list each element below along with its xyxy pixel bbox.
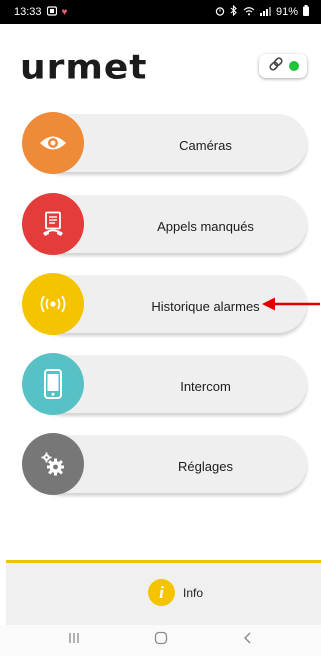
online-status-dot (288, 61, 299, 71)
missed-call-icon[interactable] (22, 193, 84, 255)
info-icon[interactable]: i (148, 579, 175, 606)
status-bar: 13:33 ♥ 91% (0, 0, 321, 24)
home-icon[interactable] (154, 631, 168, 650)
menu-item-intercom[interactable]: Intercom (20, 353, 307, 417)
notification-icon (46, 5, 57, 19)
info-button[interactable]: i Info (148, 579, 203, 606)
menu-label: Appels manqués (157, 218, 254, 234)
alarm-signal-icon[interactable] (22, 273, 84, 335)
alarm-clock-icon (215, 6, 225, 19)
connection-status-badge[interactable] (259, 54, 307, 78)
info-label: Info (183, 585, 204, 600)
battery-icon (303, 5, 309, 19)
android-nav-bar (0, 625, 321, 656)
eye-icon[interactable] (22, 112, 84, 174)
annotation-arrow-icon (262, 297, 320, 311)
signal-icon (259, 6, 271, 19)
wifi-icon (243, 6, 255, 19)
menu-item-settings[interactable]: Réglages (20, 433, 307, 497)
menu-label: Réglages (178, 458, 233, 474)
gears-icon[interactable] (22, 433, 84, 495)
menu-label: Intercom (180, 378, 231, 394)
menu-label: Caméras (179, 137, 232, 153)
battery-percent: 91% (275, 6, 298, 18)
link-icon (268, 56, 284, 77)
smartphone-icon[interactable] (22, 353, 84, 415)
bluetooth-icon (230, 4, 238, 19)
back-icon[interactable] (241, 631, 255, 650)
status-time: 13:33 (14, 6, 42, 18)
menu-item-cameras[interactable]: Caméras (20, 112, 307, 176)
heart-icon: ♥ (61, 6, 68, 18)
menu-item-missed-calls[interactable]: Appels manqués (20, 193, 307, 257)
urmet-logo: urmet (20, 48, 148, 87)
recent-apps-icon[interactable] (67, 631, 81, 650)
